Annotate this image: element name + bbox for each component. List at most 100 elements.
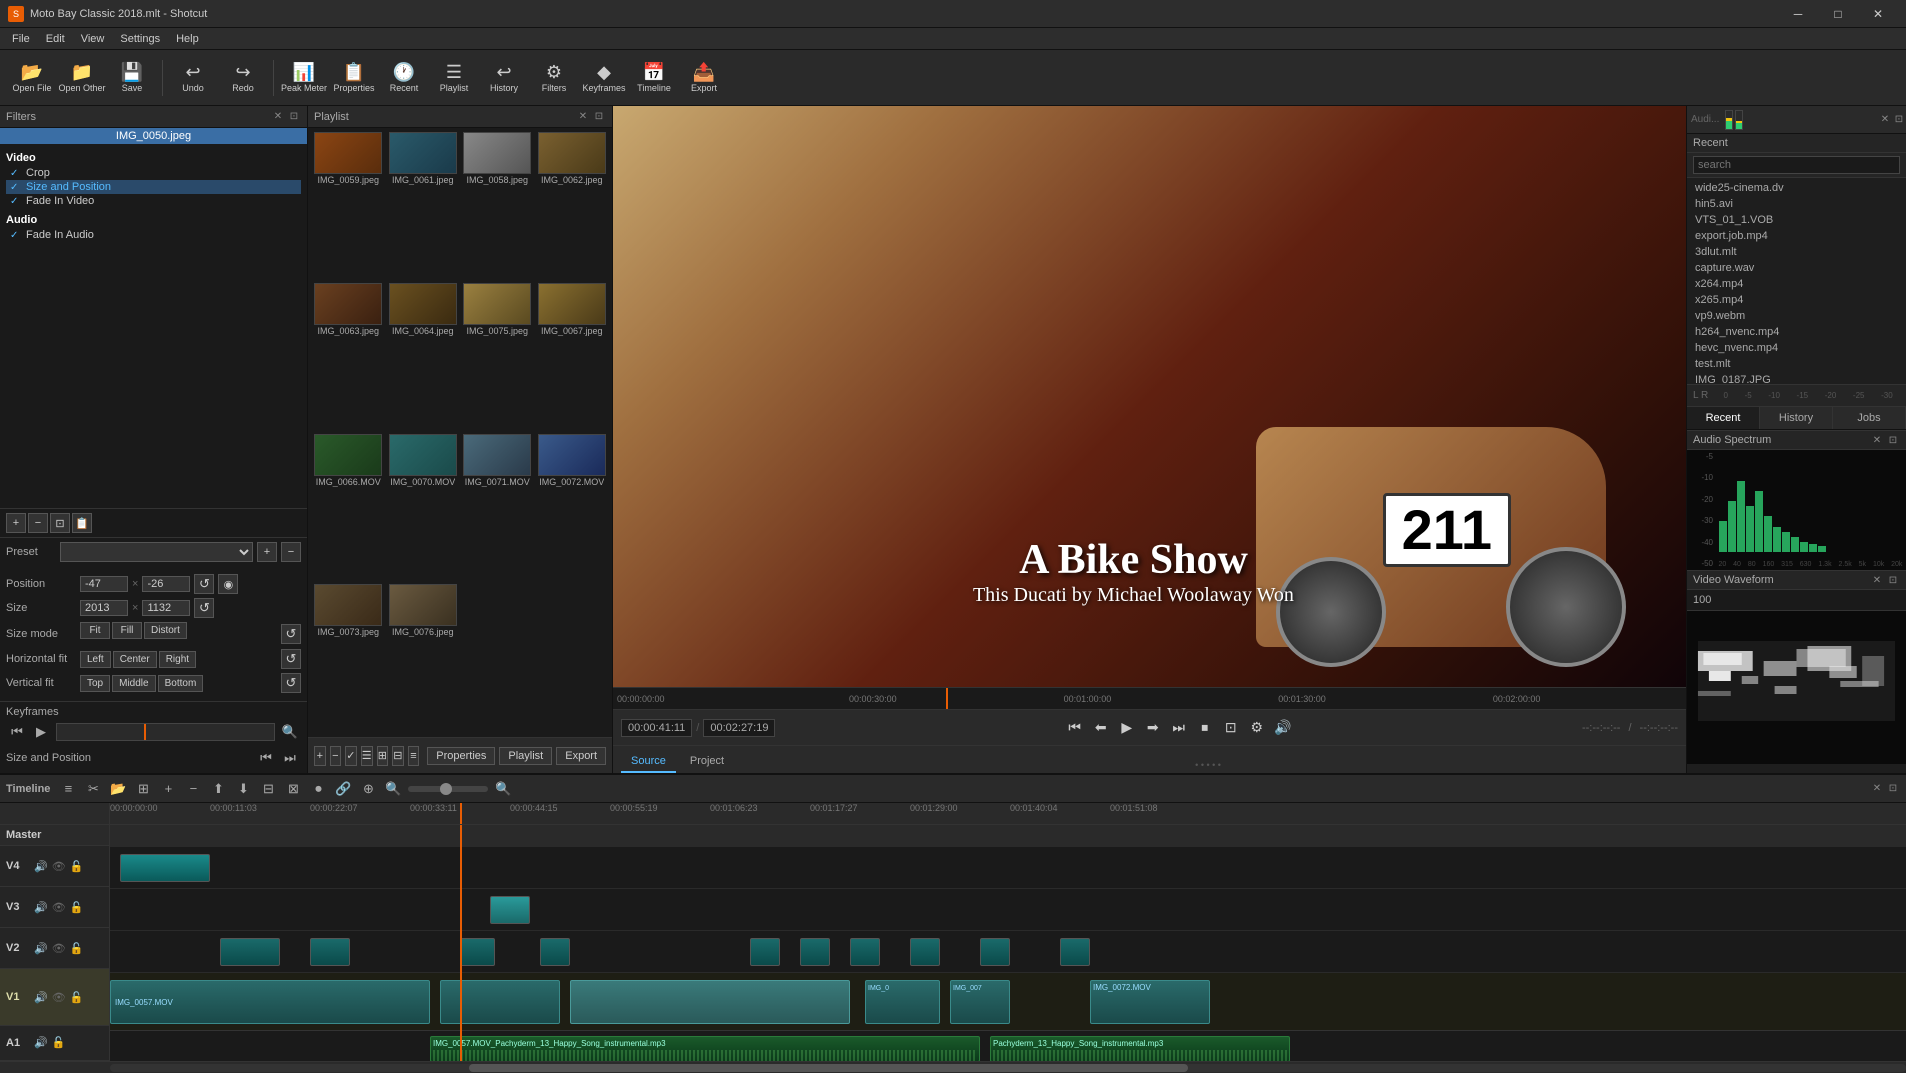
- vw-float[interactable]: ⊡: [1886, 573, 1900, 587]
- filter-fade-audio[interactable]: ✓ Fade In Audio: [6, 228, 301, 242]
- timeline-content-area[interactable]: 00:00:00:00 00:00:11:03 00:00:22:07 00:0…: [110, 803, 1906, 1061]
- v3-lock-icon[interactable]: 🔓: [70, 901, 84, 914]
- tl-zoom-thumb[interactable]: [440, 783, 452, 795]
- tl-razor-button[interactable]: ✂: [82, 778, 104, 800]
- preview-fullscreen[interactable]: ⊡: [1220, 717, 1242, 739]
- tl-ripple-all[interactable]: ⊕: [357, 778, 379, 800]
- v1-clip-4[interactable]: IMG_0: [865, 980, 940, 1024]
- export-button[interactable]: 📤 Export: [680, 54, 728, 102]
- size-mode-fit[interactable]: Fit: [80, 622, 110, 639]
- playlist-item-10[interactable]: IMG_0071.MOV: [461, 434, 534, 583]
- v1-clip-3[interactable]: [570, 980, 850, 1024]
- filter-copy-button[interactable]: ⊡: [50, 513, 70, 533]
- playlist-grid-view-button[interactable]: ⊞: [377, 746, 389, 766]
- undo-button[interactable]: ↩ Undo: [169, 54, 217, 102]
- maximize-button[interactable]: □: [1818, 0, 1858, 28]
- preview-skip-end[interactable]: ⏭: [1168, 717, 1190, 739]
- tl-lift-button[interactable]: ⬆: [207, 778, 229, 800]
- playlist-export-button[interactable]: Export: [556, 747, 606, 765]
- filter-size-position[interactable]: ✓ Size and Position: [6, 180, 301, 194]
- v4-clip-0[interactable]: [120, 854, 210, 882]
- playlist-item-1[interactable]: IMG_0061.jpeg: [387, 132, 460, 281]
- playlist-check-button[interactable]: ✓: [345, 746, 357, 766]
- recent-item-0[interactable]: wide25-cinema.dv: [1687, 180, 1906, 196]
- playlist-item-8[interactable]: IMG_0066.MOV: [312, 434, 385, 583]
- timeline-scrollbar-track[interactable]: [110, 1064, 1906, 1072]
- v4-audio-icon[interactable]: 🔊: [34, 860, 48, 873]
- tl-zoom-in[interactable]: 🔍: [492, 778, 514, 800]
- timeline-float-btn[interactable]: ⊡: [1886, 782, 1900, 796]
- tl-split-button[interactable]: ⊟: [257, 778, 279, 800]
- recent-item-4[interactable]: 3dlut.mlt: [1687, 244, 1906, 260]
- v1-clip-6[interactable]: IMG_0072.MOV: [1090, 980, 1210, 1024]
- v1-clip-2[interactable]: [440, 980, 560, 1024]
- rp-tab-jobs[interactable]: Jobs: [1833, 407, 1906, 429]
- a1-audio-icon[interactable]: 🔊: [34, 1036, 48, 1049]
- size-mode-distort[interactable]: Distort: [144, 622, 187, 639]
- titlebar-controls[interactable]: ─ □ ✕: [1778, 0, 1898, 28]
- filters-float-btn[interactable]: ⊡: [287, 110, 301, 124]
- preview-timeline-ruler[interactable]: 00:00:00:00 00:00:30:00 00:01:00:00 00:0…: [613, 687, 1686, 709]
- a1-clip-1[interactable]: Pachyderm_13_Happy_Song_instrumental.mp3: [990, 1036, 1290, 1061]
- playlist-menu-button[interactable]: ≡: [408, 746, 420, 766]
- v3-audio-icon[interactable]: 🔊: [34, 901, 48, 914]
- v2-clip-6[interactable]: [850, 938, 880, 966]
- v-fit-top[interactable]: Top: [80, 675, 110, 692]
- kf-play-button[interactable]: ▶: [30, 721, 52, 743]
- h-fit-center[interactable]: Center: [113, 651, 157, 668]
- a1-clip-0[interactable]: IMG_0057.MOV_Pachyderm_13_Happy_Song_ins…: [430, 1036, 980, 1061]
- menu-view[interactable]: View: [73, 31, 113, 47]
- recent-item-8[interactable]: vp9.webm: [1687, 308, 1906, 324]
- playlist-close-btn[interactable]: ✕: [576, 110, 590, 124]
- v2-clip-7[interactable]: [910, 938, 940, 966]
- redo-button[interactable]: ↪ Redo: [219, 54, 267, 102]
- playlist-item-7[interactable]: IMG_0067.jpeg: [536, 283, 609, 432]
- v2-clip-1[interactable]: [310, 938, 350, 966]
- preview-volume[interactable]: 🔊: [1272, 717, 1294, 739]
- audio-spectrum-close[interactable]: ✕: [1870, 433, 1884, 447]
- vw-close[interactable]: ✕: [1870, 573, 1884, 587]
- open-file-button[interactable]: 📂 Open File: [8, 54, 56, 102]
- preset-remove-button[interactable]: −: [281, 542, 301, 562]
- timeline-scrollbar-thumb[interactable]: [469, 1064, 1187, 1072]
- tl-menu-button[interactable]: ≡: [57, 778, 79, 800]
- keyframes-button[interactable]: ◆ Keyframes: [580, 54, 628, 102]
- size-mode-fill[interactable]: Fill: [112, 622, 142, 639]
- peak-meter-button[interactable]: 📊 Peak Meter: [280, 54, 328, 102]
- v4-eye-icon[interactable]: 👁: [52, 860, 66, 873]
- menu-file[interactable]: File: [4, 31, 38, 47]
- position-keyframe-button[interactable]: ◉: [218, 574, 238, 594]
- size-w-input[interactable]: [80, 600, 128, 616]
- filters-button[interactable]: ⚙ Filters: [530, 54, 578, 102]
- tl-overwrite-button[interactable]: ⬇: [232, 778, 254, 800]
- v2-audio-icon[interactable]: 🔊: [34, 942, 48, 955]
- tl-zoom-slider[interactable]: [408, 786, 488, 792]
- timeline-button[interactable]: 📅 Timeline: [630, 54, 678, 102]
- playlist-add-button[interactable]: +: [314, 746, 326, 766]
- open-other-button[interactable]: 📁 Open Other: [58, 54, 106, 102]
- v3-clip-0[interactable]: [490, 896, 530, 924]
- recent-search-input[interactable]: [1693, 156, 1900, 174]
- tl-remove-track[interactable]: −: [182, 778, 204, 800]
- history-button[interactable]: ↩ History: [480, 54, 528, 102]
- v3-eye-icon[interactable]: 👁: [52, 901, 66, 914]
- playlist-list-view-button[interactable]: ☰: [361, 746, 373, 766]
- v2-clip-3[interactable]: [540, 938, 570, 966]
- v1-lock-icon[interactable]: 🔓: [70, 991, 84, 1004]
- preview-play[interactable]: ▶: [1116, 717, 1138, 739]
- menu-settings[interactable]: Settings: [112, 31, 168, 47]
- preset-select[interactable]: [60, 542, 253, 562]
- preset-add-button[interactable]: +: [257, 542, 277, 562]
- properties-button[interactable]: 📋 Properties: [330, 54, 378, 102]
- recent-item-6[interactable]: x264.mp4: [1687, 276, 1906, 292]
- playlist-item-9[interactable]: IMG_0070.MOV: [387, 434, 460, 583]
- a1-lock-icon[interactable]: 🔓: [52, 1036, 66, 1049]
- v1-eye-icon[interactable]: 👁: [52, 991, 66, 1004]
- recent-item-12[interactable]: IMG_0187.JPG: [1687, 372, 1906, 384]
- playlist-item-5[interactable]: IMG_0064.jpeg: [387, 283, 460, 432]
- kf-prev-sp[interactable]: ⏮: [255, 747, 277, 769]
- close-button[interactable]: ✕: [1858, 0, 1898, 28]
- playlist-remove-button[interactable]: −: [330, 746, 342, 766]
- keyframes-bar[interactable]: [56, 723, 275, 741]
- playlist-item-11[interactable]: IMG_0072.MOV: [536, 434, 609, 583]
